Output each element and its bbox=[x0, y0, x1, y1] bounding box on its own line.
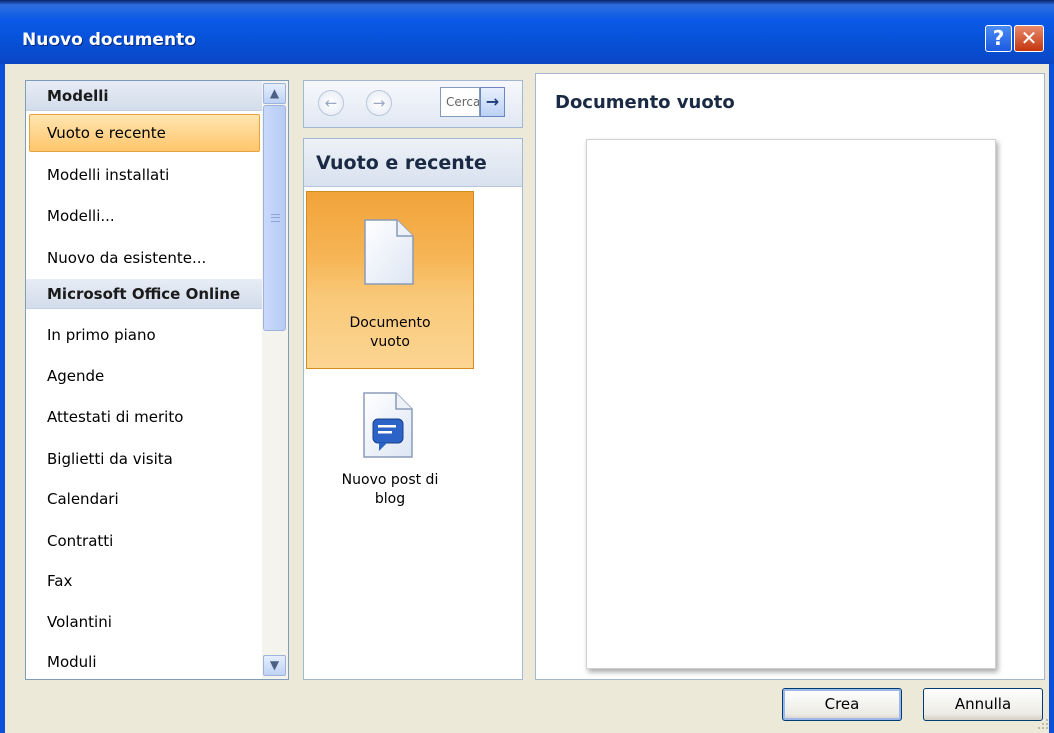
group-header-modelli: Modelli bbox=[26, 81, 262, 111]
help-button[interactable]: ? bbox=[985, 25, 1012, 52]
window-frame-right bbox=[1049, 64, 1054, 733]
preview-panel: Documento vuoto bbox=[535, 73, 1045, 680]
tile-label-line1: Documento bbox=[349, 315, 431, 331]
category-item-volantini[interactable]: Volantini bbox=[26, 603, 262, 641]
cancel-button[interactable]: Annulla bbox=[923, 688, 1043, 721]
preview-page-thumbnail bbox=[586, 139, 996, 669]
categories-panel: Modelli Vuoto e recente Modelli installa… bbox=[25, 80, 289, 680]
categories-scrollbar[interactable]: ▲ ▼ bbox=[262, 81, 288, 679]
scroll-grip-icon bbox=[271, 214, 280, 222]
group-header-office-online: Microsoft Office Online bbox=[26, 279, 262, 309]
title-bar[interactable]: Nuovo documento ? ✕ bbox=[0, 0, 1054, 64]
category-item-in-primo-piano[interactable]: In primo piano bbox=[26, 316, 262, 354]
resize-grip-icon[interactable] bbox=[1037, 718, 1049, 730]
category-item-biglietti-da-visita[interactable]: Biglietti da visita bbox=[26, 440, 262, 478]
search-go-button[interactable]: → bbox=[480, 87, 505, 117]
template-label-blog-post: Nuovo post di blog bbox=[306, 471, 474, 509]
category-item-moduli[interactable]: Moduli bbox=[26, 643, 262, 679]
category-item-calendari[interactable]: Calendari bbox=[26, 480, 262, 518]
scroll-thumb[interactable] bbox=[263, 105, 286, 331]
navigation-toolbar: ← → Cerca → bbox=[303, 80, 523, 128]
scroll-down-button[interactable]: ▼ bbox=[263, 655, 286, 676]
tile-label-line2: vuoto bbox=[370, 334, 410, 350]
category-item-fax[interactable]: Fax bbox=[26, 562, 262, 600]
category-item-nuovo-da-esistente[interactable]: Nuovo da esistente... bbox=[26, 239, 262, 277]
preview-title: Documento vuoto bbox=[555, 92, 735, 113]
back-arrow-icon[interactable]: ← bbox=[318, 90, 344, 116]
template-tile-blank-document[interactable]: Documento vuoto bbox=[306, 191, 474, 369]
templates-header: Vuoto e recente bbox=[304, 139, 522, 187]
category-item-modelli-installati[interactable]: Modelli installati bbox=[26, 156, 262, 194]
category-item-attestati-di-merito[interactable]: Attestati di merito bbox=[26, 398, 262, 436]
category-item-vuoto-e-recente[interactable]: Vuoto e recente bbox=[26, 114, 262, 152]
tile-label-line2: blog bbox=[374, 491, 406, 507]
templates-panel: Vuoto e recente Documento vuoto Nuovo po… bbox=[303, 138, 523, 680]
category-item-contratti[interactable]: Contratti bbox=[26, 522, 262, 560]
scroll-up-button[interactable]: ▲ bbox=[263, 83, 286, 104]
search-input[interactable]: Cerca bbox=[440, 87, 480, 117]
forward-arrow-icon[interactable]: → bbox=[366, 90, 392, 116]
template-label-blank-document: Documento vuoto bbox=[307, 314, 473, 352]
category-item-modelli[interactable]: Modelli... bbox=[26, 197, 262, 235]
create-button[interactable]: Crea bbox=[782, 688, 902, 721]
tile-label-line1: Nuovo post di bbox=[341, 472, 439, 488]
window-title: Nuovo documento bbox=[22, 30, 196, 50]
blog-post-icon bbox=[363, 392, 413, 458]
close-button[interactable]: ✕ bbox=[1014, 25, 1044, 52]
blank-document-icon bbox=[364, 219, 414, 285]
template-tile-blog-post[interactable]: Nuovo post di blog bbox=[306, 371, 474, 549]
category-item-agende[interactable]: Agende bbox=[26, 357, 262, 395]
window-frame-left bbox=[0, 64, 5, 733]
